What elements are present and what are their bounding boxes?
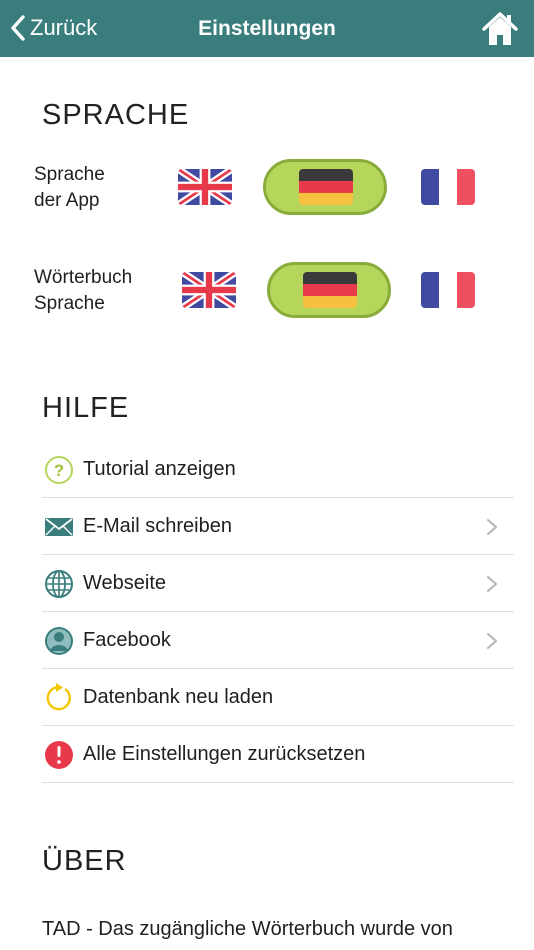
app-language-german-option-selected[interactable]: [263, 159, 387, 215]
about-text: TAD - Das zugängliche Wörterbuch wurde v…: [42, 918, 453, 940]
list-item-email[interactable]: E-Mail schreiben: [42, 498, 514, 555]
dictionary-language-french-option[interactable]: [421, 272, 475, 308]
list-item-label: Datenbank neu laden: [83, 686, 274, 708]
list-item-label: E-Mail schreiben: [83, 515, 232, 537]
france-flag-icon: [421, 272, 475, 308]
home-icon: [482, 12, 518, 45]
person-circle-icon: [45, 627, 73, 655]
chevron-right-icon: [487, 576, 497, 592]
section-title-sprache: SPRACHE: [42, 99, 190, 131]
dictionary-language-german-option-selected[interactable]: [267, 262, 391, 318]
chevron-left-icon: [11, 15, 25, 41]
list-item-label: Webseite: [83, 572, 167, 594]
list-item-reload-database[interactable]: Datenbank neu laden: [42, 669, 514, 726]
question-circle-icon: ?: [45, 456, 73, 484]
list-item-tutorial[interactable]: ? Tutorial anzeigen: [42, 441, 514, 498]
list-item-reset-settings[interactable]: Alle Einstellungen zurücksetzen: [42, 726, 514, 783]
germany-flag-icon: [299, 169, 353, 205]
section-title-ueber: ÜBER: [42, 845, 127, 877]
chevron-right-icon: [487, 519, 497, 535]
globe-icon: [45, 570, 73, 598]
exclamation-circle-icon: [45, 741, 73, 769]
dictionary-language-label-line1: Wörterbuch: [34, 267, 133, 288]
uk-flag-icon: [178, 169, 232, 205]
help-list: ? Tutorial anzeigen E-Mail schreiben Web…: [42, 441, 514, 783]
svg-text:?: ?: [54, 461, 64, 480]
dictionary-language-label-line2: Sprache: [34, 293, 105, 314]
list-item-facebook[interactable]: Facebook: [42, 612, 514, 669]
home-button[interactable]: [481, 10, 519, 48]
envelope-icon: [45, 518, 73, 536]
app-language-label-line2: der App: [34, 190, 100, 211]
app-language-french-option[interactable]: [421, 169, 475, 205]
list-item-label: Tutorial anzeigen: [83, 458, 236, 480]
list-item-website[interactable]: Webseite: [42, 555, 514, 612]
germany-flag-icon: [303, 272, 357, 308]
back-label: Zurück: [30, 15, 98, 40]
list-item-label: Alle Einstellungen zurücksetzen: [83, 743, 366, 765]
dictionary-language-label: Wörterbuch Sprache: [34, 265, 132, 317]
list-item-label: Facebook: [83, 629, 171, 651]
app-language-label-line1: Sprache: [34, 164, 105, 185]
dictionary-language-english-option[interactable]: [182, 272, 236, 308]
uk-flag-icon: [182, 272, 236, 308]
app-language-english-option[interactable]: [178, 169, 232, 205]
dictionary-language-german-flag: [303, 272, 357, 308]
app-language-german-flag: [299, 169, 353, 205]
app-language-label: Sprache der App: [34, 162, 105, 214]
chevron-right-icon: [487, 633, 497, 649]
section-title-hilfe: HILFE: [42, 392, 130, 424]
back-button[interactable]: Zurück: [10, 10, 97, 46]
reload-icon: [46, 683, 71, 711]
navigation-bar: Zurück Einstellungen: [0, 0, 534, 57]
france-flag-icon: [421, 169, 475, 205]
